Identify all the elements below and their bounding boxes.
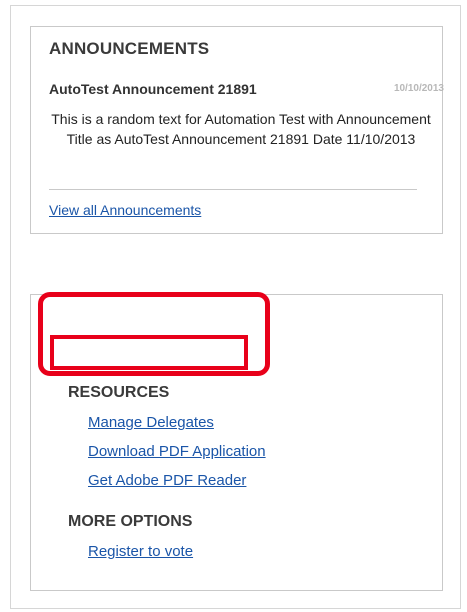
- register-to-vote-link[interactable]: Register to vote: [88, 543, 193, 560]
- announcement-title: AutoTest Announcement 21891: [49, 81, 257, 97]
- announcements-panel: ANNOUNCEMENTS AutoTest Announcement 2189…: [30, 26, 444, 234]
- announcement-body: This is a random text for Automation Tes…: [51, 111, 431, 147]
- resources-heading: RESOURCES: [68, 384, 170, 401]
- highlight-annotation-inner: [50, 335, 248, 370]
- more-options-heading: MORE OPTIONS: [68, 513, 193, 530]
- announcements-heading: ANNOUNCEMENTS: [49, 39, 210, 58]
- announcement-date: 10/10/2013: [393, 83, 444, 94]
- get-adobe-pdf-reader-link[interactable]: Get Adobe PDF Reader: [88, 472, 246, 489]
- view-all-announcements-link[interactable]: View all Announcements: [49, 202, 201, 218]
- announcement-item-header: AutoTest Announcement 21891 10/10/2013: [49, 81, 444, 101]
- manage-delegates-link[interactable]: Manage Delegates: [88, 414, 214, 431]
- download-pdf-application-link[interactable]: Download PDF Application: [88, 443, 266, 460]
- announcements-divider: [49, 189, 417, 190]
